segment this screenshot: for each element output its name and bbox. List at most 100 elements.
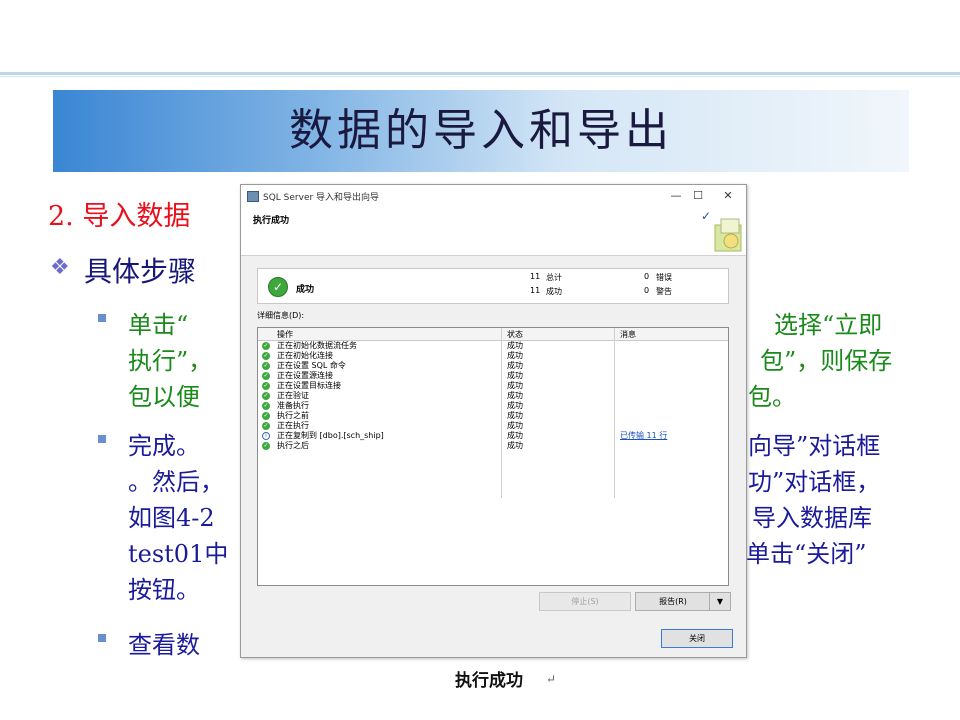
dialog-window-title: SQL Server 导入和导出向导 bbox=[263, 193, 380, 203]
top-rule-thin bbox=[0, 76, 960, 77]
square-bullet-icon bbox=[98, 435, 106, 443]
row-operation: 正在设置源连接 bbox=[277, 371, 333, 380]
table-row[interactable]: ✓ 正在设置目标连接 成功 bbox=[258, 381, 728, 391]
success-icon: ✓ bbox=[262, 342, 270, 350]
table-row[interactable]: ✓ 正在初始化数据流任务 成功 bbox=[258, 341, 728, 351]
row-status: 成功 bbox=[507, 441, 523, 450]
diamond-bullet-icon: ❖ bbox=[50, 255, 70, 280]
total-label: 总计 bbox=[546, 273, 562, 282]
row-operation: 执行之前 bbox=[277, 411, 309, 420]
table-row[interactable]: ✓ 准备执行 成功 bbox=[258, 401, 728, 411]
column-header-operation[interactable]: 操作 bbox=[277, 329, 293, 340]
row-status: 成功 bbox=[507, 391, 523, 400]
success-count: 11 bbox=[530, 286, 541, 295]
row-operation: 正在验证 bbox=[277, 391, 309, 400]
square-bullet-icon bbox=[98, 314, 106, 322]
row-operation: 正在初始化数据流任务 bbox=[277, 341, 357, 350]
dialog-titlebar: SQL Server 导入和导出向导 — ☐ ✕ bbox=[241, 185, 746, 207]
table-row[interactable]: ✓ 正在设置 SQL 命令 成功 bbox=[258, 361, 728, 371]
bullet1-line1-left: 单击“ bbox=[128, 311, 189, 339]
row-status: 成功 bbox=[507, 431, 523, 440]
import-export-wizard-dialog: SQL Server 导入和导出向导 — ☐ ✕ 执行成功 ✓ ✓ 成功 11 … bbox=[240, 184, 747, 658]
column-header-status[interactable]: 状态 bbox=[507, 329, 523, 340]
success-icon: ✓ bbox=[262, 352, 270, 360]
row-status: 成功 bbox=[507, 341, 523, 350]
table-row[interactable]: ✓ 执行之前 成功 bbox=[258, 411, 728, 421]
bullet2-line4-right: 单击“关闭” bbox=[746, 540, 867, 568]
bullet1-line2-left: 执行”， bbox=[128, 347, 213, 375]
warning-label: 警告 bbox=[656, 287, 672, 296]
details-label: 详细信息(D): bbox=[257, 311, 305, 320]
wizard-graphic-icon bbox=[714, 218, 742, 252]
dialog-header: 执行成功 ✓ bbox=[241, 207, 746, 256]
row-operation: 执行之后 bbox=[277, 441, 309, 450]
section-heading: 2. 导入数据 bbox=[48, 201, 191, 232]
row-operation: 正在执行 bbox=[277, 421, 309, 430]
status-summary: ✓ 成功 11 总计 11 成功 0 错误 0 警告 bbox=[257, 268, 729, 304]
details-grid[interactable]: 操作 状态 消息 ✓ 正在初始化数据流任务 成功 ✓ 正在初始化连接 成功 ✓ 正在设置 SQ… bbox=[257, 327, 729, 586]
row-message-link[interactable]: 已传输 11 行 bbox=[620, 431, 667, 441]
row-operation: 正在设置 SQL 命令 bbox=[277, 361, 346, 370]
maximize-button[interactable]: ☐ bbox=[687, 188, 709, 204]
paragraph-mark: ↵ bbox=[546, 672, 557, 686]
square-bullet-icon bbox=[98, 634, 106, 642]
table-row[interactable]: ✓ 执行之后 成功 bbox=[258, 441, 728, 451]
close-window-button[interactable]: ✕ bbox=[717, 188, 739, 204]
table-row[interactable]: ✓ 正在设置源连接 成功 bbox=[258, 371, 728, 381]
status-label: 成功 bbox=[296, 285, 315, 295]
bullet1-line3-left: 包以便 bbox=[128, 383, 200, 411]
bullet2-line1-right: 向导”对话框 bbox=[748, 432, 881, 460]
row-status: 成功 bbox=[507, 411, 523, 420]
bullet3-left: 查看数 bbox=[128, 631, 200, 659]
title-banner: 数据的导入和导出 bbox=[53, 90, 909, 172]
row-operation: 准备执行 bbox=[277, 401, 309, 410]
error-count: 0 bbox=[644, 272, 650, 281]
minimize-button[interactable]: — bbox=[665, 188, 687, 204]
table-row[interactable]: ✓ 正在执行 成功 bbox=[258, 421, 728, 431]
success-icon: ✓ bbox=[262, 392, 270, 400]
info-icon: i bbox=[262, 432, 270, 440]
app-icon bbox=[247, 191, 259, 202]
success-icon: ✓ bbox=[262, 412, 270, 420]
row-operation: 正在复制到 [dbo].[sch_ship] bbox=[277, 431, 384, 440]
table-row[interactable]: ✓ 正在验证 成功 bbox=[258, 391, 728, 401]
success-label: 成功 bbox=[546, 287, 562, 296]
row-operation: 正在设置目标连接 bbox=[277, 381, 341, 390]
report-button[interactable]: 报告(R) bbox=[635, 592, 711, 611]
error-label: 错误 bbox=[656, 273, 672, 282]
column-header-message[interactable]: 消息 bbox=[620, 329, 636, 340]
row-status: 成功 bbox=[507, 351, 523, 360]
close-button[interactable]: 关闭 bbox=[661, 629, 733, 648]
subheading: 具体步骤 bbox=[84, 255, 197, 288]
dialog-body: ✓ 成功 11 总计 11 成功 0 错误 0 警告 详细信息(D): 操作 状… bbox=[241, 256, 746, 657]
bullet2-line4-left: test01中 bbox=[128, 540, 229, 568]
top-rule bbox=[0, 72, 960, 75]
warning-count: 0 bbox=[644, 286, 650, 295]
bullet2-line1-left: 完成。 bbox=[128, 432, 200, 460]
success-icon: ✓ bbox=[262, 402, 270, 410]
total-count: 11 bbox=[530, 272, 541, 281]
bullet1-line3-right: 包。 bbox=[748, 383, 796, 411]
table-row[interactable]: ✓ 正在初始化连接 成功 bbox=[258, 351, 728, 361]
success-icon: ✓ bbox=[262, 382, 270, 390]
bullet1-line1-right: 选择“立即 bbox=[774, 311, 883, 339]
bullet2-line2-right: 功”对话框， bbox=[748, 468, 881, 496]
row-status: 成功 bbox=[507, 381, 523, 390]
bullet1-line2-right: 包”，则保存 bbox=[760, 347, 893, 375]
success-icon: ✓ bbox=[262, 442, 270, 450]
success-icon: ✓ bbox=[262, 362, 270, 370]
row-status: 成功 bbox=[507, 401, 523, 410]
bullet2-line2-left: 。然后， bbox=[128, 468, 224, 496]
table-row[interactable]: i 正在复制到 [dbo].[sch_ship] 成功 已传输 11 行 bbox=[258, 431, 728, 441]
report-dropdown-arrow-icon[interactable]: ▼ bbox=[709, 592, 731, 611]
success-check-icon: ✓ bbox=[268, 277, 288, 297]
success-icon: ✓ bbox=[262, 372, 270, 380]
bullet2-line5-left: 按钮。 bbox=[128, 576, 200, 604]
bullet2-line3-left: 如图4-2 bbox=[128, 504, 215, 532]
grid-header: 操作 状态 消息 bbox=[258, 328, 728, 341]
row-status: 成功 bbox=[507, 421, 523, 430]
figure-caption: 执行成功 bbox=[455, 671, 523, 691]
stop-button[interactable]: 停止(S) bbox=[539, 592, 631, 611]
row-status: 成功 bbox=[507, 371, 523, 380]
row-status: 成功 bbox=[507, 361, 523, 370]
